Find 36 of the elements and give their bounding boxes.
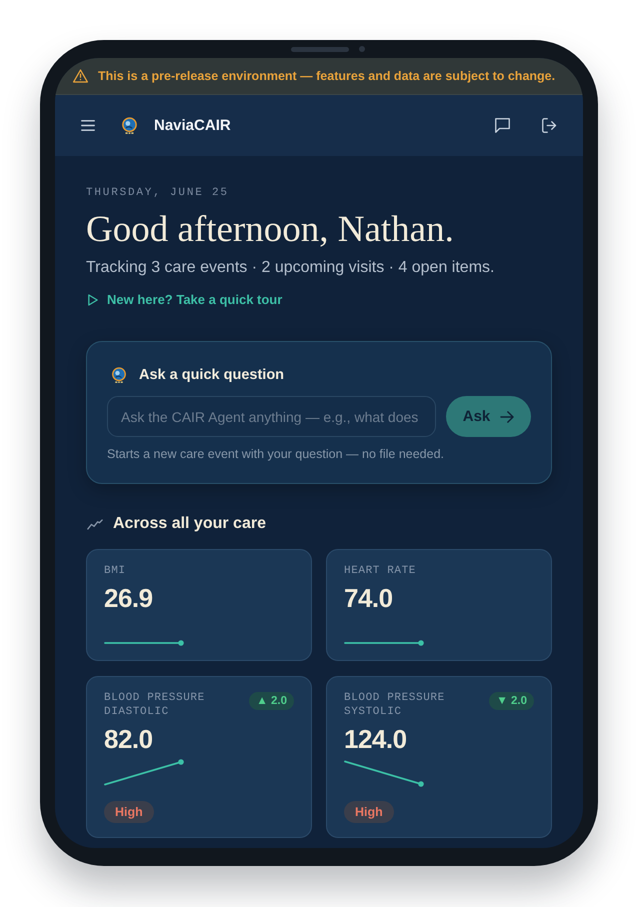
speaker-slot-icon — [290, 46, 348, 52]
arrow-right-icon — [500, 410, 514, 422]
question-input[interactable]: Ask the CAIR Agent anything — e.g., what does — [107, 396, 436, 437]
messages-button[interactable] — [495, 118, 510, 133]
date-label: THURSDAY, JUNE 25 — [86, 186, 230, 201]
menu-button[interactable] — [81, 120, 95, 131]
brand-name: NaviaCAIR — [154, 117, 231, 134]
logout-icon — [542, 118, 557, 133]
card-title: Ask a quick question — [139, 366, 284, 385]
menu-icon — [81, 120, 95, 131]
metric-label: BLOOD PRESSURE DIASTOLIC — [104, 691, 206, 719]
tour-link[interactable]: New here? Take a quick tour — [86, 291, 282, 309]
logo-icon — [121, 117, 138, 134]
hint-text: Starts a new care event with your question — no file needed. — [107, 446, 445, 462]
warning-icon — [73, 69, 88, 83]
metric-label: BMI — [104, 564, 126, 578]
section-heading: Across all your care — [113, 514, 266, 534]
logo-icon — [111, 367, 127, 383]
metric-value: 74.0 — [344, 583, 393, 613]
metric-value: 124.0 — [344, 724, 407, 754]
metric-label: BLOOD PRESSURE SYSTOLIC — [344, 691, 446, 719]
change-badge: ▲ 2.0 — [249, 692, 294, 710]
message-icon — [495, 118, 510, 133]
camera-dot-icon — [358, 46, 364, 52]
logout-button[interactable] — [542, 118, 557, 133]
metric-label: HEART RATE — [344, 564, 416, 578]
status-badge: High — [104, 801, 154, 823]
metric-value: 82.0 — [104, 724, 153, 754]
change-badge: ▼ 2.0 — [489, 692, 534, 710]
summary-text: Tracking 3 care events · 2 upcoming visits · 4 open items. — [86, 258, 496, 278]
metric-value: 26.9 — [104, 583, 153, 613]
status-badge: High — [344, 801, 394, 823]
greeting-heading: Good afternoon, Nathan. — [86, 209, 455, 251]
play-icon — [88, 294, 98, 306]
banner-text: This is a pre-release environment — features and data are subject to change. — [98, 69, 556, 83]
trend-line-icon — [87, 518, 103, 530]
